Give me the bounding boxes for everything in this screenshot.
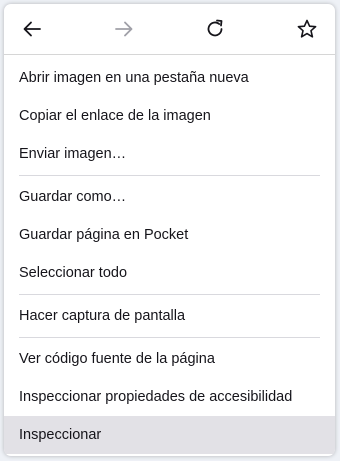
arrow-left-icon [23,21,41,37]
menu-item-select-all[interactable]: Seleccionar todo [4,254,335,292]
menu-item-inspect-accessibility[interactable]: Inspeccionar propiedades de accesibilida… [4,378,335,416]
menu-separator [19,294,320,295]
menu-item-take-screenshot[interactable]: Hacer captura de pantalla [4,297,335,335]
menu-item-send-image[interactable]: Enviar imagen… [4,135,335,173]
menu-item-save-to-pocket[interactable]: Guardar página en Pocket [4,216,335,254]
menu-item-inspect[interactable]: Inspeccionar [4,416,335,454]
menu-item-copy-image-link[interactable]: Copiar el enlace de la imagen [4,97,335,135]
reload-button[interactable] [199,13,231,45]
menu-item-save-as[interactable]: Guardar como… [4,178,335,216]
menu-item-open-image-new-tab[interactable]: Abrir imagen en una pestaña nueva [4,59,335,97]
menu-separator [19,337,320,338]
forward-button[interactable] [108,13,140,45]
arrow-right-icon [114,21,133,37]
menu-item-view-source[interactable]: Ver código fuente de la página [4,340,335,378]
reload-icon [207,19,223,37]
star-icon [297,19,317,38]
context-menu: Abrir imagen en una pestaña nueva Copiar… [4,4,335,456]
context-menu-navigation [4,4,335,55]
bookmark-button[interactable] [291,13,323,45]
menu-separator [19,175,320,176]
back-button[interactable] [16,13,48,45]
